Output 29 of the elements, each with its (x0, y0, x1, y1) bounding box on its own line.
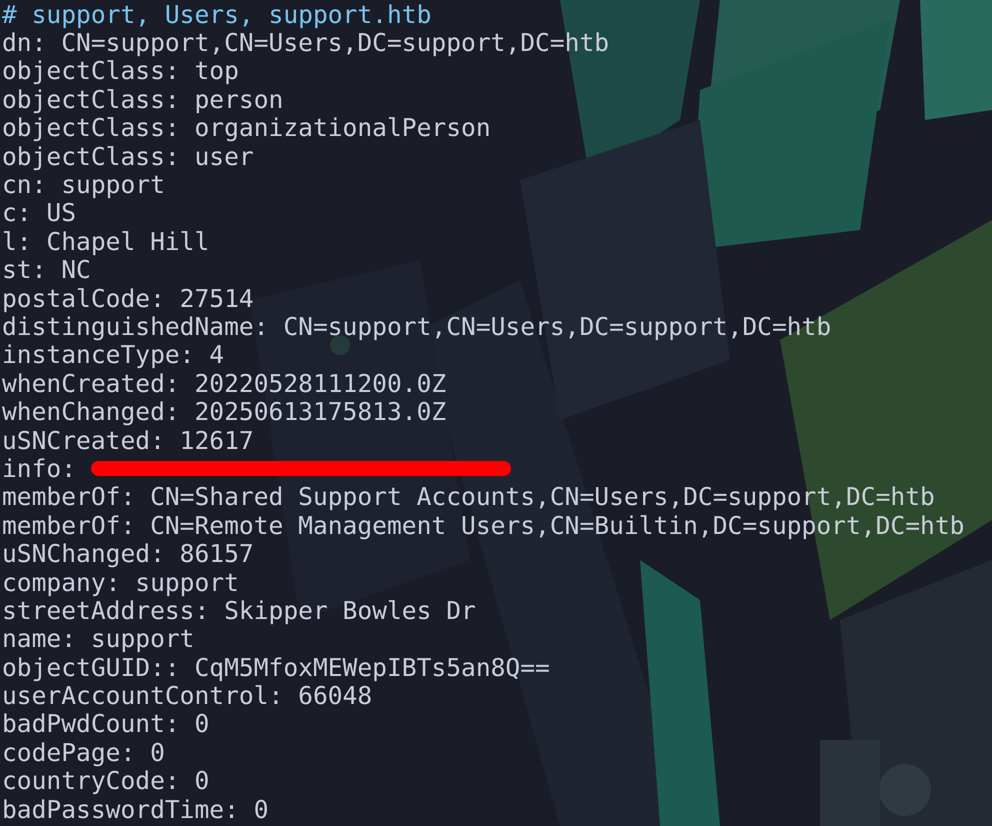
attribute-line: objectGUID:: CqM5MfoxMEWepIBTs5an8Q== (2, 652, 550, 682)
attribute-line: dn: CN=support,CN=Users,DC=support,DC=htb (2, 28, 610, 58)
attribute-line: postalCode: 27514 (2, 284, 254, 313)
attribute-line: uSNCreated: 12617 (2, 426, 254, 455)
attribute-line: memberOf: CN=Remote Management Users,CN=Builtin,DC=support,DC=htb (2, 510, 964, 540)
attribute-line: badPwdCount: 0 (2, 709, 210, 738)
attribute-line: userAccountControl: 66048 (2, 681, 372, 710)
attribute-line: countryCode: 0 (2, 766, 210, 796)
attribute-line: memberOf: CN=Shared Support Accounts,CN=Users,DC=support,DC=htb (2, 482, 935, 512)
attribute-line: st: NC (2, 255, 91, 284)
attribute-line: codePage: 0 (2, 738, 165, 767)
attribute-line: cn: support (2, 170, 165, 200)
attribute-line: uSNChanged: 86157 (2, 539, 254, 568)
attribute-line: objectClass: user (2, 142, 254, 171)
attribute-line: c: US (2, 198, 76, 228)
attribute-label: info: (2, 454, 76, 483)
attribute-line: streetAddress: Skipper Bowles Dr (2, 596, 476, 625)
attribute-line: company: support (2, 568, 239, 597)
attribute-line: objectClass: person (2, 84, 284, 114)
comment-line: # support, Users, support.htb (2, 0, 432, 29)
attribute-line: name: support (2, 624, 194, 654)
attribute-line: objectClass: organizationalPerson (2, 113, 491, 142)
attribute-line: objectClass: top (2, 56, 239, 86)
attribute-line: whenCreated: 20220528111200.0Z (2, 368, 446, 398)
attribute-line: whenChanged: 20250613175813.0Z (2, 397, 446, 426)
attribute-line: badPasswordTime: 0 (2, 794, 269, 824)
attribute-line: l: Chapel Hill (2, 226, 210, 256)
attribute-line: distinguishedName: CN=support,CN=Users,DC=support,DC=htb (2, 312, 832, 341)
attribute-line: instanceType: 4 (2, 340, 224, 370)
